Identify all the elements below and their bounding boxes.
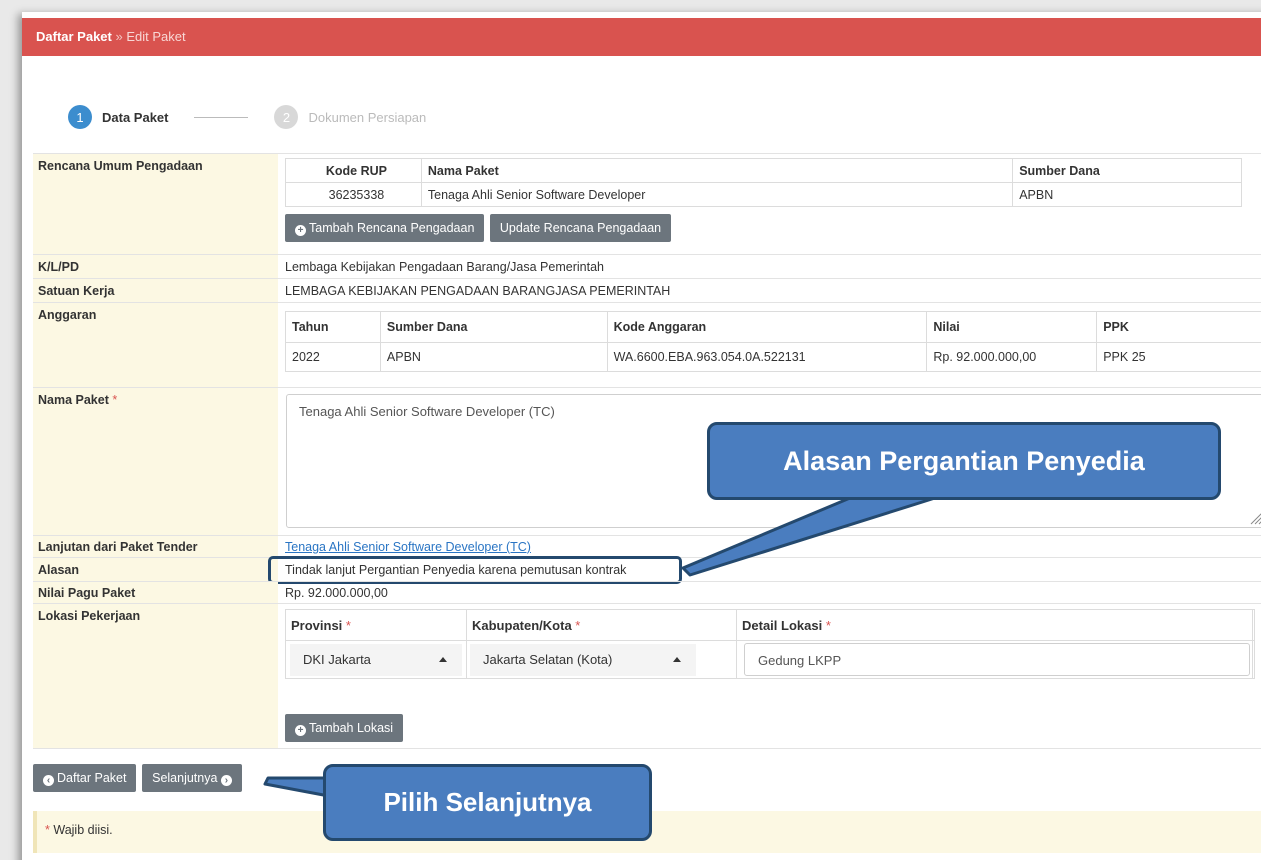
- wizard-steps: 1 Data Paket 2 Dokumen Persiapan: [68, 104, 426, 130]
- table-row: 2022 APBN WA.6600.EBA.963.054.0A.522131 …: [285, 342, 1261, 372]
- table-cell: 36235338: [285, 182, 422, 207]
- breadcrumb-current: Edit Paket: [126, 29, 186, 44]
- detail-header: Detail Lokasi: [742, 618, 823, 633]
- kota-select[interactable]: Jakarta Selatan (Kota): [470, 644, 696, 676]
- footer-buttons: ‹ Daftar Paket Selanjutnya ›: [33, 764, 242, 792]
- step-1-label[interactable]: Data Paket: [102, 110, 168, 125]
- table-cell: APBN: [379, 342, 608, 372]
- lokasi-table: Provinsi * Kabupaten/Kota * Detail Lokas…: [285, 609, 1255, 679]
- required-mark: *: [345, 618, 351, 633]
- pagu-value: Rp. 92.000.000,00: [285, 586, 388, 600]
- row-satker: Satuan Kerja LEMBAGA KEBIJAKAN PENGADAAN…: [33, 278, 1261, 302]
- klpd-value: Lembaga Kebijakan Pengadaan Barang/Jasa …: [285, 260, 604, 274]
- caret-up-icon: [673, 657, 681, 662]
- column-header: PPK: [1096, 311, 1261, 343]
- provinsi-value: DKI Jakarta: [303, 652, 371, 667]
- required-mark: *: [45, 823, 50, 837]
- table-header-row: Kode RUP Nama Paket Sumber Dana: [285, 158, 1242, 183]
- table-cell: 2022: [285, 342, 381, 372]
- detail-lokasi-input[interactable]: Gedung LKPP: [744, 643, 1250, 676]
- pagu-label: Nilai Pagu Paket: [33, 582, 278, 603]
- add-rup-label: Tambah Rencana Pengadaan: [309, 221, 475, 235]
- lokasi-label: Lokasi Pekerjaan: [33, 604, 278, 748]
- back-button-label: Daftar Paket: [57, 771, 127, 785]
- breadcrumb-root[interactable]: Daftar Paket: [36, 29, 112, 44]
- plus-icon: +: [295, 225, 306, 236]
- anggaran-label: Anggaran: [33, 303, 278, 387]
- step-1-number: 1: [68, 105, 92, 129]
- update-rup-button[interactable]: Update Rencana Pengadaan: [489, 214, 672, 242]
- table-cell: PPK 25: [1096, 342, 1261, 372]
- back-button[interactable]: ‹ Daftar Paket: [33, 764, 137, 792]
- callout-alasan-text: Alasan Pergantian Penyedia: [783, 445, 1145, 476]
- column-header: Nilai: [926, 311, 1098, 343]
- table-cell: WA.6600.EBA.963.054.0A.522131: [606, 342, 928, 372]
- add-lokasi-label: Tambah Lokasi: [309, 721, 394, 735]
- row-alasan: Alasan Tindak lanjut Pergantian Penyedia…: [33, 556, 1261, 584]
- required-mark: *: [575, 618, 581, 633]
- step-connector: [194, 116, 249, 118]
- alasan-label: Alasan: [33, 558, 278, 581]
- nama-paket-label: Nama Paket *: [33, 388, 278, 535]
- header-bar: Daftar Paket » Edit Paket: [22, 18, 1261, 56]
- column-header-kota: Kabupaten/Kota *: [472, 618, 580, 633]
- step-2-label[interactable]: Dokumen Persiapan: [308, 110, 426, 125]
- table-row: 36235338 Tenaga Ahli Senior Software Dev…: [285, 182, 1242, 207]
- column-header-provinsi: Provinsi *: [291, 618, 351, 633]
- column-header: Nama Paket: [420, 158, 1014, 183]
- table-cell: Tenaga Ahli Senior Software Developer: [420, 182, 1014, 207]
- row-klpd: K/L/PD Lembaga Kebijakan Pengadaan Baran…: [33, 254, 1261, 278]
- klpd-label: K/L/PD: [33, 255, 278, 278]
- row-lanjutan: Lanjutan dari Paket Tender Tenaga Ahli S…: [33, 535, 1261, 557]
- plus-icon: +: [295, 725, 306, 736]
- next-button[interactable]: Selanjutnya ›: [142, 764, 242, 792]
- nama-paket-label-text: Nama Paket: [38, 393, 109, 407]
- table-cell: APBN: [1012, 182, 1242, 207]
- breadcrumb-separator: »: [115, 29, 123, 44]
- step-2-number: 2: [274, 105, 299, 129]
- provinsi-select[interactable]: DKI Jakarta: [290, 644, 462, 676]
- column-header: Sumber Dana: [1012, 158, 1242, 183]
- callout-alasan: Alasan Pergantian Penyedia: [707, 422, 1221, 500]
- next-button-label: Selanjutnya: [152, 771, 218, 785]
- kota-value: Jakarta Selatan (Kota): [483, 652, 613, 667]
- column-header: Kode RUP: [285, 158, 422, 183]
- satker-label: Satuan Kerja: [33, 279, 278, 302]
- callout-next: Pilih Selanjutnya: [323, 764, 652, 841]
- row-rup: Rencana Umum Pengadaan Kode RUP Nama Pak…: [33, 153, 1261, 254]
- nama-paket-value: Tenaga Ahli Senior Software Developer (T…: [299, 404, 555, 419]
- add-lokasi-button[interactable]: + Tambah Lokasi: [285, 714, 404, 742]
- rup-label: Rencana Umum Pengadaan: [33, 154, 278, 254]
- circle-arrow-left-icon: ‹: [43, 775, 54, 786]
- row-lokasi: Lokasi Pekerjaan Provinsi * Kabupaten/Ko…: [33, 603, 1261, 749]
- row-pagu: Nilai Pagu Paket Rp. 92.000.000,00: [33, 581, 1261, 603]
- column-header: Tahun: [285, 311, 381, 343]
- table-cell: Rp. 92.000.000,00: [926, 342, 1098, 372]
- required-mark: *: [112, 393, 118, 407]
- callout-next-text: Pilih Selanjutnya: [383, 787, 592, 817]
- caret-up-icon: [439, 657, 447, 662]
- anggaran-table: Tahun Sumber Dana Kode Anggaran Nilai PP…: [285, 311, 1261, 372]
- update-rup-label: Update Rencana Pengadaan: [499, 221, 662, 235]
- required-mark: *: [825, 618, 831, 633]
- alasan-highlight: [268, 556, 682, 584]
- table-header-row: Tahun Sumber Dana Kode Anggaran Nilai PP…: [285, 311, 1261, 343]
- kota-header: Kabupaten/Kota: [472, 618, 572, 633]
- column-header-detail: Detail Lokasi *: [742, 618, 831, 633]
- circle-arrow-right-icon: ›: [220, 775, 232, 786]
- resize-handle-icon[interactable]: [1249, 511, 1261, 525]
- provinsi-header: Provinsi: [291, 618, 343, 633]
- add-rup-button[interactable]: + Tambah Rencana Pengadaan: [285, 214, 485, 242]
- required-note-text: Wajib diisi.: [53, 823, 113, 837]
- lanjutan-link[interactable]: Tenaga Ahli Senior Software Developer (T…: [285, 540, 531, 554]
- row-anggaran: Anggaran Tahun Sumber Dana Kode Anggaran…: [33, 302, 1261, 387]
- column-header: Kode Anggaran: [606, 311, 928, 343]
- rup-table: Kode RUP Nama Paket Sumber Dana 36235338…: [285, 158, 1242, 207]
- satker-value: LEMBAGA KEBIJAKAN PENGADAAN BARANGJASA P…: [285, 284, 671, 298]
- breadcrumb: Daftar Paket » Edit Paket: [36, 29, 186, 44]
- detail-lokasi-value: Gedung LKPP: [758, 653, 842, 668]
- lanjutan-label: Lanjutan dari Paket Tender: [33, 536, 278, 557]
- column-header: Sumber Dana: [379, 311, 608, 343]
